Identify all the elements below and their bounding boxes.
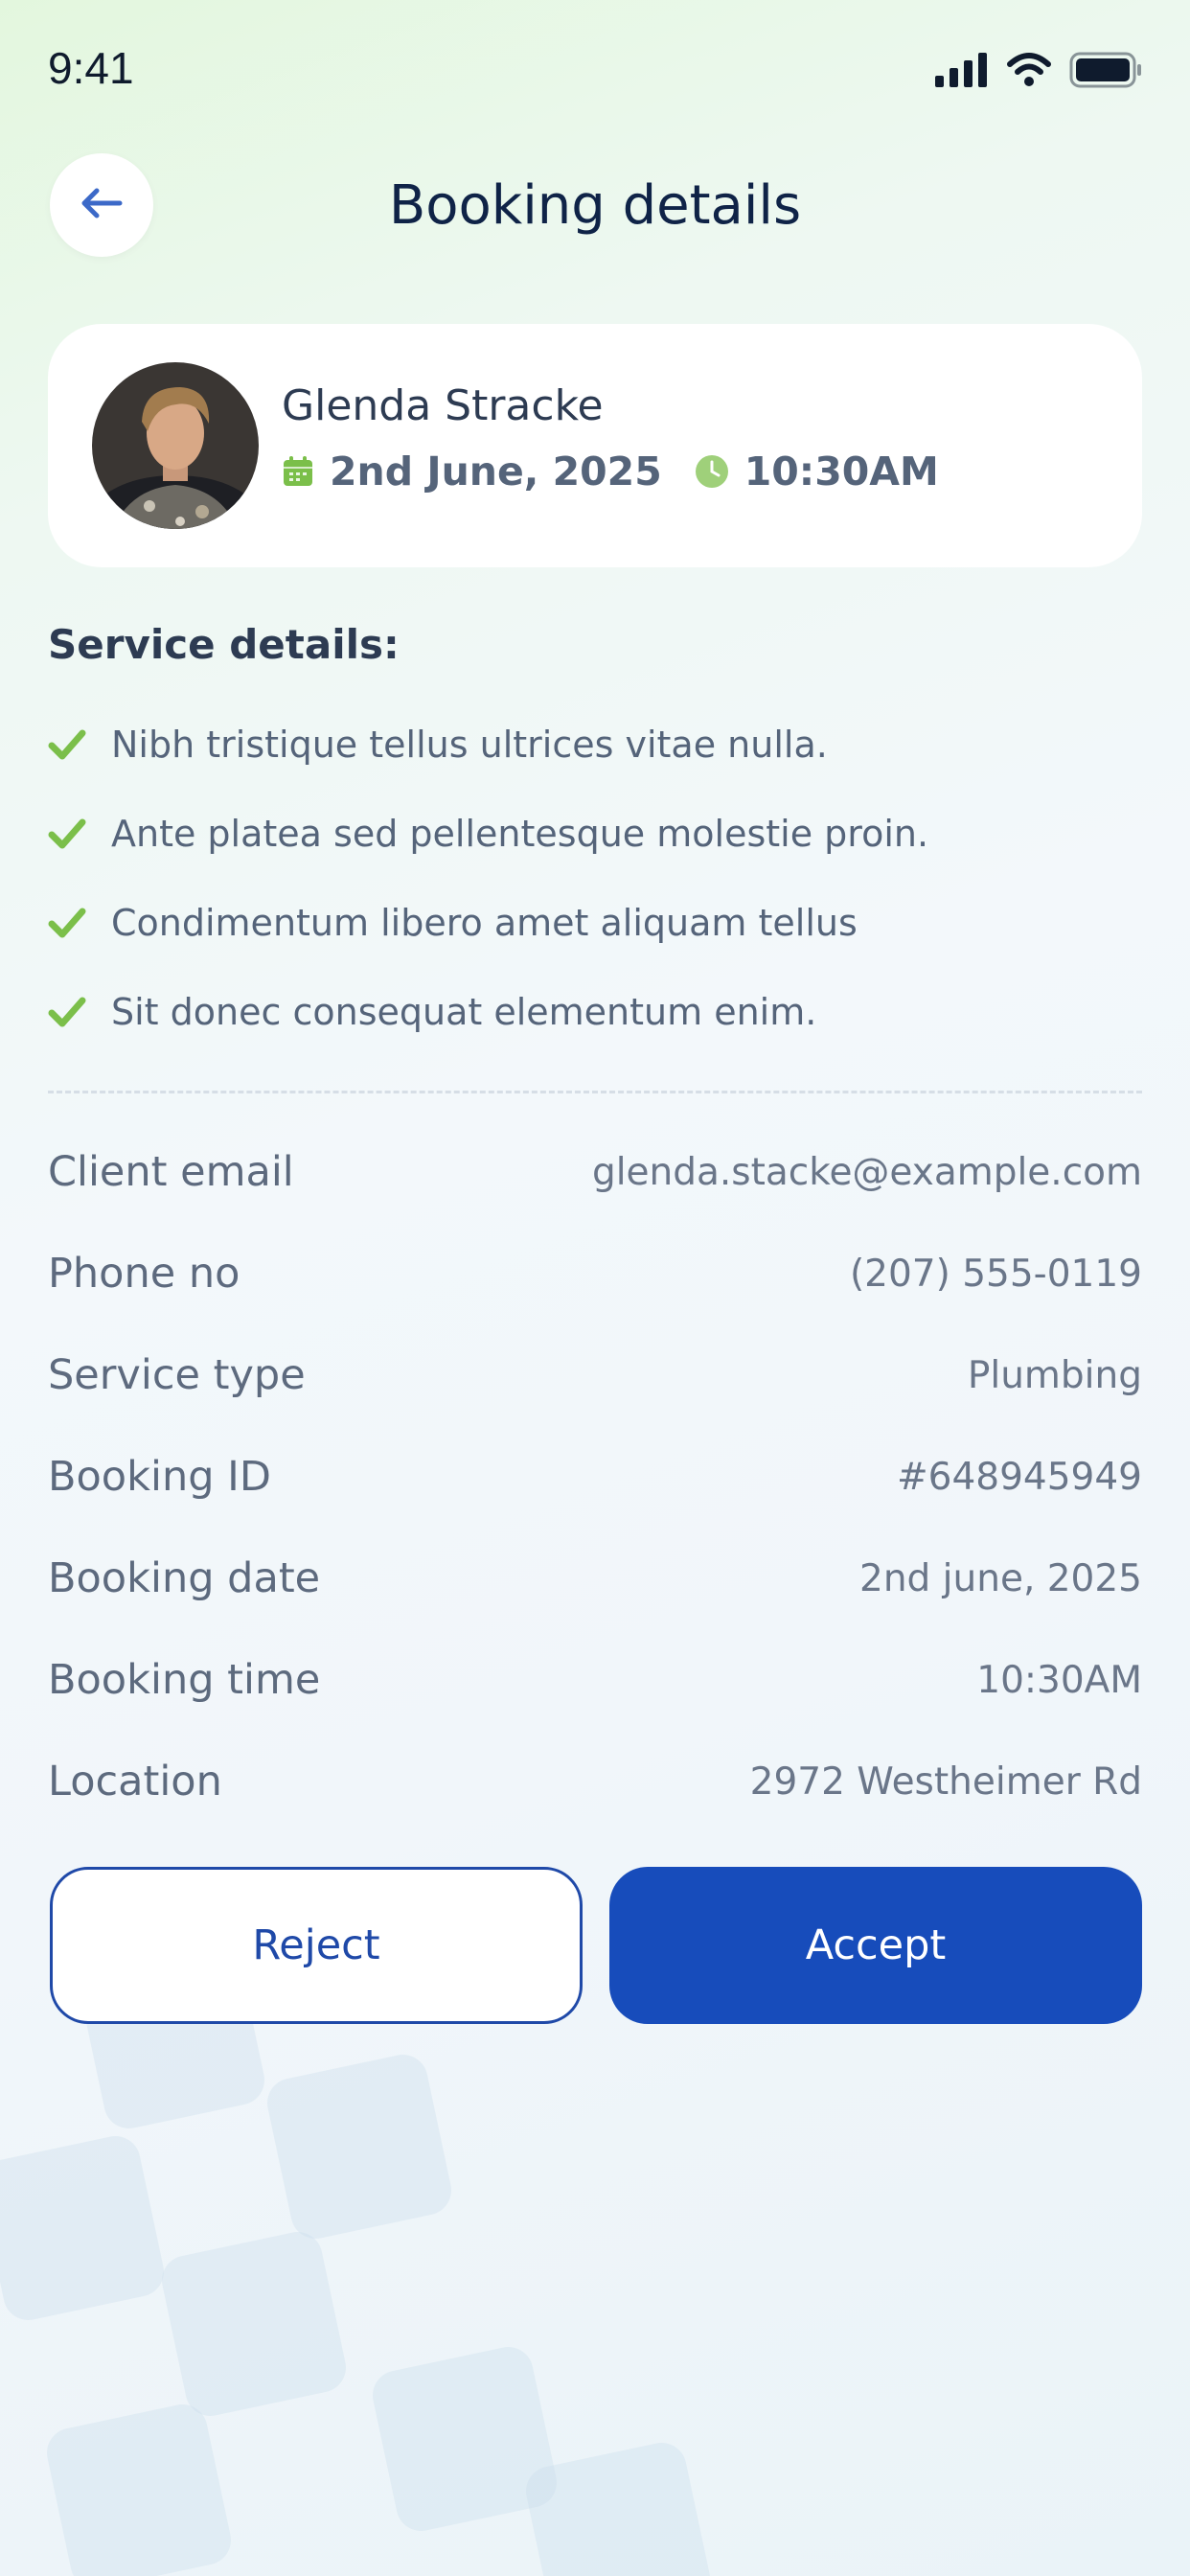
- location-value: 2972 Westheimer Rd: [749, 1760, 1142, 1804]
- battery-icon: [1069, 52, 1142, 92]
- service-item-text: Condimentum libero amet aliquam tellus: [111, 901, 858, 944]
- service-item-text: Sit donec consequat elementum enim.: [111, 990, 817, 1033]
- detail-label: Client email: [48, 1148, 294, 1196]
- phone-value[interactable]: (207) 555-0119: [850, 1253, 1142, 1296]
- list-item: Condimentum libero amet aliquam tellus: [48, 878, 1140, 967]
- detail-label: Booking ID: [48, 1453, 271, 1501]
- detail-label: Phone no: [48, 1250, 240, 1298]
- calendar-icon: [282, 455, 314, 488]
- service-item-text: Nibh tristique tellus ultrices vitae nul…: [111, 723, 828, 766]
- detail-row-service-type: Service type Plumbing: [48, 1324, 1142, 1426]
- header: Booking details: [0, 153, 1190, 261]
- list-item: Ante platea sed pellentesque molestie pr…: [48, 789, 1140, 878]
- check-icon: [48, 907, 88, 939]
- client-email-value[interactable]: glenda.stacke@example.com: [592, 1151, 1142, 1194]
- booking-details-list: Client email glenda.stacke@example.com P…: [48, 1121, 1142, 1832]
- service-details-title: Service details:: [48, 621, 400, 668]
- detail-label: Booking date: [48, 1554, 321, 1602]
- detail-row-booking-date: Booking date 2nd june, 2025: [48, 1528, 1142, 1629]
- check-icon: [48, 728, 88, 761]
- detail-label: Booking time: [48, 1656, 321, 1704]
- clock-icon: [695, 454, 729, 489]
- detail-label: Location: [48, 1758, 222, 1806]
- signal-icon: [935, 53, 989, 91]
- accept-button[interactable]: Accept: [609, 1867, 1142, 2024]
- booking-date-value: 2nd june, 2025: [859, 1556, 1142, 1600]
- detail-row-booking-time: Booking time 10:30AM: [48, 1629, 1142, 1731]
- client-name: Glenda Stracke: [282, 381, 604, 430]
- detail-row-location: Location 2972 Westheimer Rd: [48, 1731, 1142, 1832]
- list-item: Sit donec consequat elementum enim.: [48, 967, 1140, 1056]
- booking-id-value: #648945949: [897, 1455, 1142, 1499]
- check-icon: [48, 817, 88, 850]
- page-title: Booking details: [388, 174, 802, 237]
- booking-time: 10:30AM: [744, 448, 939, 494]
- service-type-value: Plumbing: [967, 1353, 1142, 1397]
- booking-meta: 2nd June, 2025 10:30AM: [282, 448, 939, 494]
- service-list: Nibh tristique tellus ultrices vitae nul…: [48, 700, 1140, 1056]
- detail-label: Service type: [48, 1351, 306, 1399]
- status-bar: 9:41: [0, 0, 1190, 144]
- wifi-icon: [1006, 53, 1052, 91]
- divider: [48, 1091, 1142, 1093]
- detail-row-client-email: Client email glenda.stacke@example.com: [48, 1121, 1142, 1223]
- detail-row-booking-id: Booking ID #648945949: [48, 1426, 1142, 1528]
- list-item: Nibh tristique tellus ultrices vitae nul…: [48, 700, 1140, 789]
- status-time: 9:41: [48, 43, 134, 93]
- booking-date: 2nd June, 2025: [330, 448, 662, 494]
- service-item-text: Ante platea sed pellentesque molestie pr…: [111, 812, 929, 855]
- avatar: [92, 362, 259, 529]
- reject-button[interactable]: Reject: [50, 1867, 583, 2024]
- client-card: Glenda Stracke 2nd June, 2025 10:30AM: [48, 324, 1142, 567]
- status-icons: [935, 52, 1142, 92]
- check-icon: [48, 996, 88, 1028]
- booking-time-value: 10:30AM: [976, 1658, 1142, 1702]
- detail-row-phone: Phone no (207) 555-0119: [48, 1223, 1142, 1324]
